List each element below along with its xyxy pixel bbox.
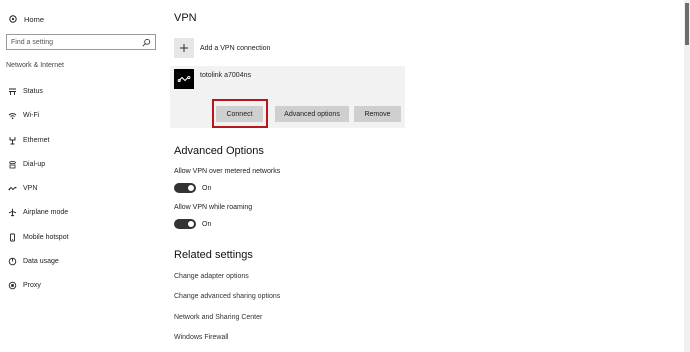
page-title: VPN [174,12,197,24]
sidebar-item-label: VPN [23,184,38,192]
proxy-icon [8,281,17,290]
search-input[interactable]: Find a setting [6,34,156,50]
vpn-connection-icon [174,69,194,89]
wifi-icon [8,111,17,120]
sidebar-item-dialup[interactable]: Dial-up [0,154,160,174]
sidebar-item-label: Wi-Fi [23,111,40,119]
sidebar-item-label: Proxy [23,281,41,289]
sidebar-item-label: Status [23,87,43,95]
section-title: Network & Internet [6,62,64,69]
ethernet-icon [8,136,17,145]
sidebar-item-label: Dial-up [23,160,46,168]
toggle-knob [188,185,194,191]
roaming-toggle[interactable] [174,219,196,229]
airplane-icon [8,208,17,217]
main-panel: VPN Add a VPN connection totolink a7004n… [165,0,685,352]
sidebar-item-ethernet[interactable]: Ethernet [0,130,160,150]
add-vpn-connection[interactable]: Add a VPN connection [174,38,270,58]
sidebar: Home Find a setting Network & Internet S… [0,0,165,352]
roaming-option-label: Allow VPN while roaming [174,204,253,211]
dialup-icon [8,160,17,169]
sidebar-item-label: Mobile hotspot [23,233,69,241]
metered-option-label: Allow VPN over metered networks [174,168,281,175]
data-usage-icon [8,257,17,266]
home-gear-icon [8,14,18,24]
add-vpn-label: Add a VPN connection [200,44,271,52]
sidebar-item-wifi[interactable]: Wi-Fi [0,105,160,125]
link-windows-firewall[interactable]: Windows Firewall [174,334,228,341]
search-placeholder: Find a setting [11,38,54,46]
metered-toggle[interactable] [174,183,196,193]
scrollbar-thumb[interactable] [685,3,689,45]
search-icon [142,38,151,47]
sidebar-item-label: Data usage [23,257,59,265]
vpn-connection-item[interactable]: totolink a7004ns Connect Advanced option… [170,66,405,128]
roaming-toggle-row[interactable]: On [174,219,211,229]
plus-icon[interactable] [174,38,194,58]
link-change-adapter-options[interactable]: Change adapter options [174,273,249,280]
connect-button[interactable]: Connect [216,106,263,122]
remove-button[interactable]: Remove [354,106,401,122]
hotspot-icon [8,233,17,242]
toggle-knob [188,221,194,227]
related-settings-title: Related settings [174,249,253,261]
sidebar-item-airplane[interactable]: Airplane mode [0,202,160,222]
sidebar-item-vpn[interactable]: VPN [0,178,160,198]
roaming-toggle-state: On [202,220,212,228]
sidebar-item-label: Airplane mode [23,208,69,216]
vpn-connection-name: totolink a7004ns [200,72,251,79]
sidebar-item-label: Ethernet [23,136,50,144]
sidebar-item-proxy[interactable]: Proxy [0,275,160,295]
home-link[interactable]: Home [8,12,44,26]
advanced-options-title: Advanced Options [174,145,264,157]
scrollbar[interactable] [684,0,690,352]
active-indicator [0,182,3,194]
sidebar-item-hotspot[interactable]: Mobile hotspot [0,227,160,247]
sidebar-item-status[interactable]: Status [0,81,160,101]
metered-toggle-row[interactable]: On [174,183,211,193]
metered-toggle-state: On [202,184,212,192]
vpn-icon [8,184,17,193]
home-label: Home [24,14,45,24]
status-icon [8,87,17,96]
link-network-sharing-center[interactable]: Network and Sharing Center [174,314,262,321]
link-change-advanced-sharing[interactable]: Change advanced sharing options [174,293,280,300]
advanced-options-button[interactable]: Advanced options [275,106,349,122]
sidebar-item-data-usage[interactable]: Data usage [0,251,160,271]
